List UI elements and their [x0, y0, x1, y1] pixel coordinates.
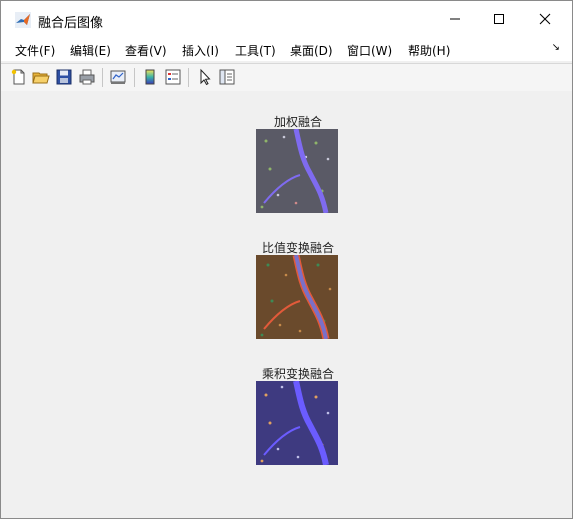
subplot-title-weighted: 加权融合	[273, 115, 322, 129]
subplot-title-product: 乘积变换融合	[261, 367, 334, 381]
close-icon	[539, 13, 551, 25]
menu-help[interactable]: 帮助(H)	[408, 42, 450, 59]
menu-edit[interactable]: 编辑(E)	[70, 42, 111, 59]
colorbar-icon[interactable]	[141, 68, 159, 86]
figure-canvas[interactable]: 加权融合 比值变换融合 乘积变换融合	[1, 91, 572, 518]
link-plot-icon[interactable]	[109, 68, 127, 86]
menu-insert[interactable]: 插入(I)	[182, 42, 219, 59]
toolbar-separator	[102, 68, 103, 87]
matlab-logo-icon	[15, 12, 31, 28]
menu-view[interactable]: 查看(V)	[125, 42, 167, 59]
toolbar-separator	[134, 68, 135, 87]
minimize-button[interactable]	[432, 1, 478, 37]
save-icon[interactable]	[55, 68, 73, 86]
close-button[interactable]	[522, 1, 568, 37]
menu-desktop[interactable]: 桌面(D)	[290, 42, 333, 59]
pointer-icon[interactable]	[196, 68, 214, 86]
figure-window: 融合后图像 文件(F) 编辑(E) 查看(V) 插入(I) 工具(T) 桌面(D…	[0, 0, 573, 519]
open-file-icon[interactable]	[32, 68, 50, 86]
minimize-icon	[450, 18, 460, 20]
print-icon[interactable]	[78, 68, 96, 86]
ratio-fusion-image	[256, 255, 338, 339]
subplot-title-ratio: 比值变换融合	[261, 241, 334, 255]
menu-window[interactable]: 窗口(W)	[347, 42, 392, 59]
figure-toolbar	[1, 63, 572, 92]
new-figure-icon[interactable]	[10, 68, 28, 86]
maximize-button[interactable]	[476, 1, 522, 37]
menu-bar: 文件(F) 编辑(E) 查看(V) 插入(I) 工具(T) 桌面(D) 窗口(W…	[1, 37, 572, 61]
window-title: 融合后图像	[38, 16, 104, 31]
property-editor-icon[interactable]	[218, 68, 236, 86]
product-fusion-image	[256, 381, 338, 465]
weighted-fusion-image	[256, 129, 338, 213]
title-bar[interactable]: 融合后图像	[1, 1, 572, 37]
legend-icon[interactable]	[164, 68, 182, 86]
menu-tools[interactable]: 工具(T)	[235, 42, 276, 59]
maximize-icon	[494, 14, 504, 24]
toolbar-separator	[188, 68, 189, 87]
menu-file[interactable]: 文件(F)	[15, 42, 55, 59]
dock-arrow-icon[interactable]: ↘	[552, 42, 560, 53]
